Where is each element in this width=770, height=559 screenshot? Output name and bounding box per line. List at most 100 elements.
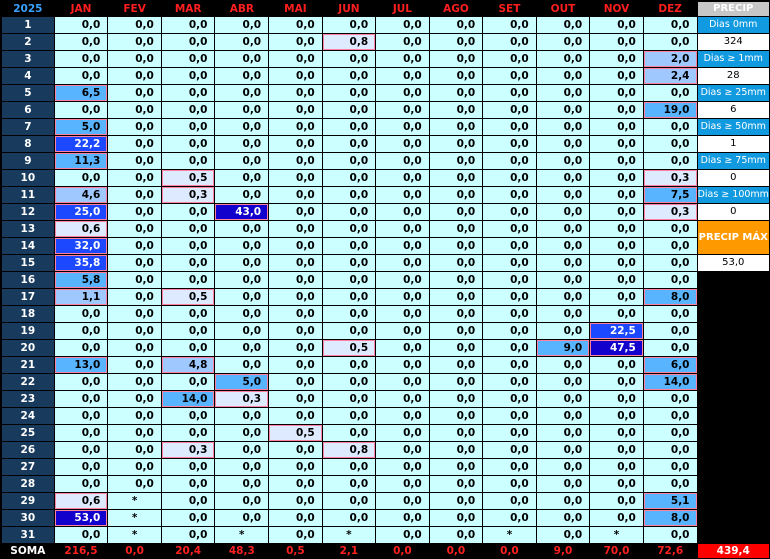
rain-cell[interactable]: 0,0 — [54, 51, 108, 67]
rain-cell[interactable]: 0,0 — [536, 102, 590, 118]
rain-cell[interactable]: 0,0 — [376, 34, 429, 50]
rain-cell[interactable]: 0,0 — [429, 238, 483, 254]
rain-cell[interactable]: 0,0 — [161, 272, 215, 288]
rain-cell[interactable]: 0,0 — [536, 306, 590, 322]
rain-cell[interactable]: 0,0 — [322, 204, 376, 220]
rain-cell[interactable]: 0,0 — [429, 459, 483, 475]
rain-cell[interactable]: 0,0 — [322, 119, 376, 135]
rain-cell[interactable]: 0,0 — [429, 17, 483, 33]
rain-cell[interactable]: 0,0 — [590, 187, 643, 203]
rain-cell[interactable]: 0,0 — [108, 255, 161, 271]
rain-cell[interactable]: 0,0 — [215, 102, 269, 118]
rain-cell[interactable]: 0,0 — [429, 340, 483, 356]
rain-cell[interactable]: 0,0 — [108, 272, 161, 288]
rain-cell[interactable]: 0,0 — [376, 136, 429, 152]
rain-cell[interactable]: 0,0 — [269, 459, 322, 475]
rain-cell[interactable]: 0,0 — [590, 153, 643, 169]
month-sum[interactable]: 2,1 — [322, 544, 376, 558]
rain-cell[interactable]: 0,0 — [429, 306, 483, 322]
rain-cell[interactable]: 0,0 — [483, 476, 536, 492]
rain-cell[interactable]: 0,0 — [108, 85, 161, 101]
rain-cell[interactable]: 0,0 — [590, 493, 643, 509]
rain-cell[interactable]: 0,0 — [269, 289, 322, 305]
rain-cell[interactable]: 0,0 — [215, 425, 269, 441]
rain-cell[interactable]: 0,0 — [108, 17, 161, 33]
rain-cell[interactable]: 0,0 — [643, 476, 697, 492]
rain-cell[interactable]: 0,0 — [322, 374, 376, 390]
rain-cell[interactable]: 0,0 — [429, 272, 483, 288]
rain-cell[interactable]: 0,0 — [322, 510, 376, 526]
rain-cell[interactable]: 0,0 — [215, 493, 269, 509]
rain-cell[interactable]: 0,0 — [322, 221, 376, 237]
rain-cell[interactable]: 0,0 — [590, 17, 643, 33]
rain-cell[interactable]: 0,0 — [483, 323, 536, 339]
rain-cell[interactable]: 0,0 — [161, 527, 215, 543]
rain-cell[interactable]: 0,0 — [322, 136, 376, 152]
rain-cell[interactable]: 0,0 — [536, 289, 590, 305]
rain-cell[interactable]: 0,0 — [108, 170, 161, 186]
rain-cell[interactable]: 0,8 — [322, 442, 376, 458]
rain-cell[interactable]: 0,0 — [108, 323, 161, 339]
rain-cell[interactable]: 2,0 — [643, 51, 697, 67]
rain-cell[interactable]: 0,0 — [54, 408, 108, 424]
rain-cell[interactable]: 0,0 — [483, 187, 536, 203]
rain-cell[interactable]: 0,0 — [376, 51, 429, 67]
rain-cell[interactable]: 0,3 — [161, 187, 215, 203]
rain-cell[interactable]: 0,0 — [429, 408, 483, 424]
rain-cell[interactable]: 0,0 — [483, 289, 536, 305]
rain-cell[interactable]: 0,0 — [269, 476, 322, 492]
rain-cell[interactable]: 0,0 — [643, 323, 697, 339]
rain-cell[interactable]: 0,0 — [643, 221, 697, 237]
rain-cell[interactable]: 0,0 — [322, 289, 376, 305]
rain-cell[interactable]: 0,0 — [590, 204, 643, 220]
rain-cell[interactable]: 0,0 — [161, 136, 215, 152]
rain-cell[interactable]: 32,0 — [54, 238, 108, 254]
rain-cell[interactable]: 14,0 — [161, 391, 215, 407]
rain-cell[interactable]: 0,0 — [590, 442, 643, 458]
rain-cell[interactable]: 0,0 — [161, 68, 215, 84]
rain-cell[interactable]: 0,0 — [483, 425, 536, 441]
rain-cell[interactable]: 0,0 — [536, 476, 590, 492]
rain-cell[interactable]: 0,0 — [322, 187, 376, 203]
rain-cell[interactable]: 0,0 — [269, 51, 322, 67]
rain-cell[interactable]: 0,0 — [429, 221, 483, 237]
rain-cell[interactable]: 0,0 — [54, 68, 108, 84]
rain-cell[interactable]: 0,0 — [483, 238, 536, 254]
rain-cell[interactable]: 0,0 — [429, 476, 483, 492]
rain-cell[interactable]: 0,0 — [429, 255, 483, 271]
rain-cell[interactable]: 8,0 — [643, 289, 697, 305]
rain-cell[interactable]: 25,0 — [54, 204, 108, 220]
rain-cell[interactable]: 0,0 — [536, 459, 590, 475]
rain-cell[interactable]: 0,0 — [215, 136, 269, 152]
rain-cell[interactable]: 0,3 — [161, 442, 215, 458]
rain-cell[interactable]: 0,0 — [483, 85, 536, 101]
row-number[interactable]: 7 — [2, 119, 54, 135]
rain-cell[interactable]: 0,0 — [215, 17, 269, 33]
month-header[interactable]: JAN — [54, 2, 108, 16]
rain-cell[interactable]: * — [108, 510, 161, 526]
row-number[interactable]: 30 — [2, 510, 54, 526]
rain-cell[interactable]: 0,0 — [108, 391, 161, 407]
rain-cell[interactable]: 0,6 — [54, 221, 108, 237]
rain-cell[interactable]: 0,0 — [376, 374, 429, 390]
month-header[interactable]: NOV — [590, 2, 643, 16]
rain-cell[interactable]: 0,0 — [322, 85, 376, 101]
rain-cell[interactable]: 0,0 — [590, 510, 643, 526]
rain-cell[interactable]: 0,0 — [376, 459, 429, 475]
rain-cell[interactable]: * — [108, 527, 161, 543]
rain-cell[interactable]: 0,0 — [590, 119, 643, 135]
rain-cell[interactable]: 0,0 — [376, 357, 429, 373]
month-header[interactable]: ABR — [215, 2, 269, 16]
rain-cell[interactable]: 0,0 — [536, 527, 590, 543]
rain-cell[interactable]: * — [322, 527, 376, 543]
rain-cell[interactable]: 0,0 — [643, 119, 697, 135]
rain-cell[interactable]: 0,0 — [54, 102, 108, 118]
rain-cell[interactable]: 0,0 — [536, 187, 590, 203]
month-sum[interactable]: 0,0 — [429, 544, 483, 558]
rain-cell[interactable]: 0,0 — [108, 51, 161, 67]
rain-cell[interactable]: 0,0 — [322, 51, 376, 67]
rain-cell[interactable]: 0,0 — [376, 306, 429, 322]
month-sum[interactable]: 0,0 — [376, 544, 429, 558]
month-sum[interactable]: 0,0 — [108, 544, 161, 558]
rain-cell[interactable]: 9,0 — [536, 340, 590, 356]
